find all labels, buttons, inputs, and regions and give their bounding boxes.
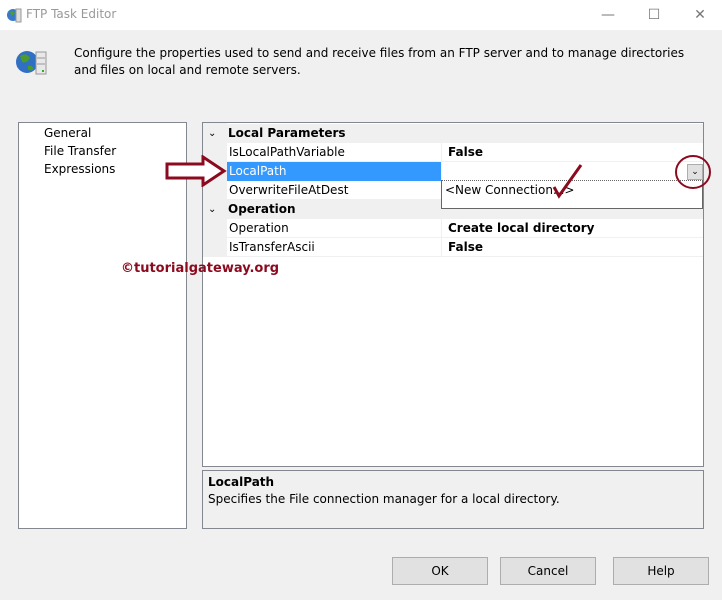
ftp-globe-icon bbox=[7, 8, 22, 23]
category-local-parameters[interactable]: ⌄ Local Parameters bbox=[203, 124, 703, 143]
maximize-button[interactable]: ☐ bbox=[631, 4, 677, 26]
property-value[interactable]: False bbox=[446, 143, 483, 162]
window-title: FTP Task Editor bbox=[26, 7, 117, 21]
category-label: Operation bbox=[228, 202, 296, 216]
property-value[interactable]: False bbox=[446, 238, 483, 257]
property-name: IsTransferAscii bbox=[227, 238, 442, 257]
help-title: LocalPath bbox=[208, 475, 275, 489]
header-description: Configure the properties used to send an… bbox=[74, 46, 685, 77]
annotation-checkmark bbox=[552, 164, 583, 199]
sidebar-item-general[interactable]: General bbox=[44, 126, 91, 140]
property-row[interactable]: Operation Create local directory bbox=[227, 219, 703, 238]
ftp-server-icon bbox=[16, 51, 47, 75]
annotation-circle bbox=[675, 155, 711, 189]
cancel-button[interactable]: Cancel bbox=[500, 557, 596, 585]
property-name: IsLocalPathVariable bbox=[227, 143, 442, 162]
property-value[interactable] bbox=[446, 162, 448, 181]
close-button[interactable]: ✕ bbox=[677, 4, 722, 26]
title-bar: FTP Task Editor — ☐ ✕ bbox=[0, 0, 722, 30]
property-grid: ⌄ Local Parameters IsLocalPathVariable Fal… bbox=[202, 122, 711, 467]
help-panel: LocalPath Specifies the File connection … bbox=[202, 470, 704, 529]
property-name: Operation bbox=[227, 219, 442, 238]
property-name: LocalPath bbox=[227, 162, 442, 181]
property-row[interactable]: IsTransferAscii False bbox=[227, 238, 703, 257]
watermark: ©tutorialgateway.org bbox=[121, 261, 280, 276]
page-list: General File Transfer Expressions bbox=[18, 122, 187, 529]
chevron-down-icon[interactable]: ⌄ bbox=[208, 124, 216, 143]
property-value[interactable]: Create local directory bbox=[446, 219, 594, 238]
chevron-down-icon[interactable]: ⌄ bbox=[208, 200, 216, 219]
help-text: Specifies the File connection manager fo… bbox=[208, 492, 560, 506]
category-label: Local Parameters bbox=[228, 126, 346, 140]
grid-gutter bbox=[203, 123, 227, 257]
help-button[interactable]: Help bbox=[613, 557, 709, 585]
property-row-selected[interactable]: LocalPath bbox=[227, 162, 703, 181]
property-row[interactable]: IsLocalPathVariable False bbox=[227, 143, 703, 162]
sidebar-item-expressions[interactable]: Expressions bbox=[44, 162, 115, 176]
annotation-arrow bbox=[165, 155, 227, 187]
sidebar-item-file-transfer[interactable]: File Transfer bbox=[44, 144, 116, 158]
minimize-button[interactable]: — bbox=[585, 4, 631, 26]
property-name: OverwriteFileAtDest bbox=[227, 181, 442, 200]
ok-button[interactable]: OK bbox=[392, 557, 488, 585]
